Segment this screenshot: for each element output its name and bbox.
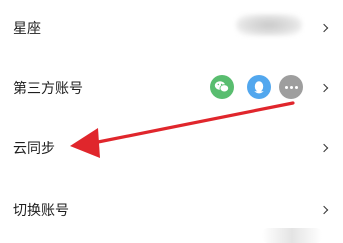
watermark [262,228,322,243]
settings-item-label: 第三方账号 [13,81,83,97]
more-icon[interactable] [279,75,303,99]
settings-item-label: 云同步 [13,141,55,157]
chevron-right-icon [319,83,329,93]
settings-item-cloud-sync[interactable]: 云同步 [0,124,343,172]
qq-icon[interactable] [247,75,271,99]
settings-item-label: 切换账号 [13,203,69,219]
constellation-value-blurred [236,14,302,36]
chevron-right-icon [319,23,329,33]
chevron-right-icon [319,143,329,153]
chevron-right-icon [319,205,329,215]
settings-item-label: 星座 [13,21,41,37]
settings-item-switch-account[interactable]: 切换账号 [0,186,343,234]
wechat-icon[interactable] [210,75,234,99]
